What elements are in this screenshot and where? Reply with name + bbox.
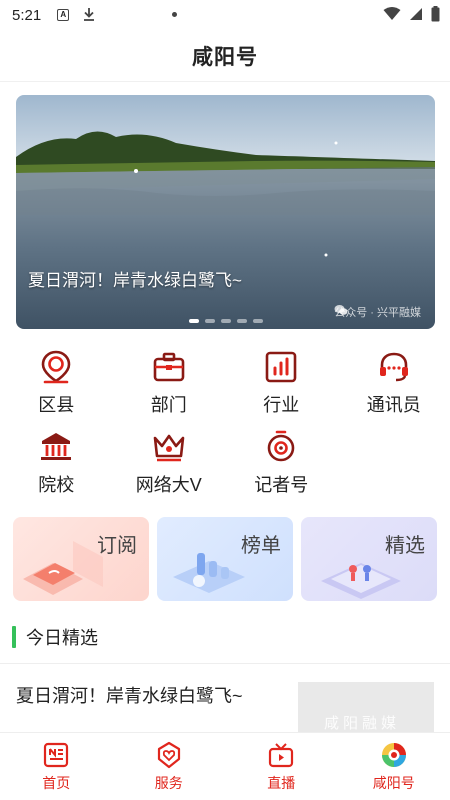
grid-label: 记者号 [254,475,309,495]
status-time: 5:21 [12,6,42,24]
tab-label: 咸阳号 [372,775,415,791]
wifi-icon [383,7,401,20]
carousel-dot[interactable] [236,319,247,323]
download-icon [83,7,95,24]
thumbnail-watermark: 咸阳融媒 [324,715,401,732]
tab-home[interactable]: 首页 [0,733,113,800]
card-ranking[interactable]: 榜单 [157,517,293,601]
grid-item-college[interactable]: 院校 [0,425,113,505]
section-accent-bar [12,626,16,648]
grid-label: 部门 [150,395,187,415]
notification-dot-icon [172,12,177,17]
article-title: 夏日渭河！岸青水绿白鹭飞~ [16,686,243,706]
battery-icon [431,6,440,22]
banner-caption: 夏日渭河！岸青水绿白鹭飞~ [28,271,242,290]
section-header: 今日精选 [12,624,98,650]
banner-carousel[interactable]: 夏日渭河！岸青水绿白鹭飞~ 公众号 · 兴平融媒 [16,95,435,329]
institution-icon [41,433,72,460]
bar-chart-icon [265,351,297,383]
stopwatch-icon [267,430,295,462]
tab-label: 服务 [154,775,183,791]
grid-item-influencer[interactable]: 网络大V [113,425,226,505]
grid-item-district[interactable]: 区县 [0,345,113,425]
tv-icon [269,743,294,768]
card-label: 精选 [385,535,425,557]
grid-label: 网络大V [135,475,202,495]
status-bar: 5:21 A [0,0,450,30]
banner-watermark: 公众号 · 兴平融媒 [334,304,421,320]
wechat-icon [334,305,348,315]
headset-icon [379,352,408,382]
article-thumbnail: 咸阳融媒 [298,682,434,732]
bottom-tab-bar: 首页 服务 直播 咸阳号 [0,732,450,800]
xianyang-logo-icon [381,743,406,767]
crown-icon [153,434,185,462]
header: 咸阳号 [0,30,450,82]
heart-shield-icon [157,741,180,769]
list-item[interactable]: 夏日渭河！岸青水绿白鹭飞~ 咸阳融媒 [0,664,450,732]
tab-live[interactable]: 直播 [225,733,338,800]
grid-item-correspondent[interactable]: 通讯员 [338,345,450,425]
news-icon [44,742,69,768]
card-label: 订阅 [97,535,137,557]
category-grid: 区县 部门 行业 通讯员 院校 网络大V 记者号 [0,345,450,505]
banner-image [16,95,435,329]
tab-xianyang[interactable]: 咸阳号 [338,733,450,800]
tab-label: 首页 [42,775,71,791]
page-title: 咸阳号 [192,45,258,69]
tab-label: 直播 [267,775,296,791]
notification-a-icon: A [57,9,70,21]
section-title: 今日精选 [26,628,98,648]
carousel-dot[interactable] [252,319,263,323]
grid-label: 通讯员 [366,395,421,415]
grid-label: 行业 [263,395,300,415]
carousel-dots [16,319,435,323]
briefcase-icon [153,352,185,382]
signal-icon [410,8,422,20]
card-selected[interactable]: 精选 [301,517,437,601]
grid-label: 区县 [38,395,75,415]
carousel-dot[interactable] [204,319,215,323]
feature-cards: 订阅 榜单 精选 [13,517,437,601]
grid-item-industry[interactable]: 行业 [225,345,338,425]
card-label: 榜单 [241,535,281,557]
card-subscribe[interactable]: 订阅 [13,517,149,601]
location-pin-icon [41,350,71,384]
grid-item-reporter[interactable]: 记者号 [225,425,338,505]
carousel-dot[interactable] [188,319,199,323]
carousel-dot[interactable] [220,319,231,323]
grid-item-department[interactable]: 部门 [113,345,226,425]
grid-label: 院校 [38,475,75,495]
tab-service[interactable]: 服务 [113,733,226,800]
